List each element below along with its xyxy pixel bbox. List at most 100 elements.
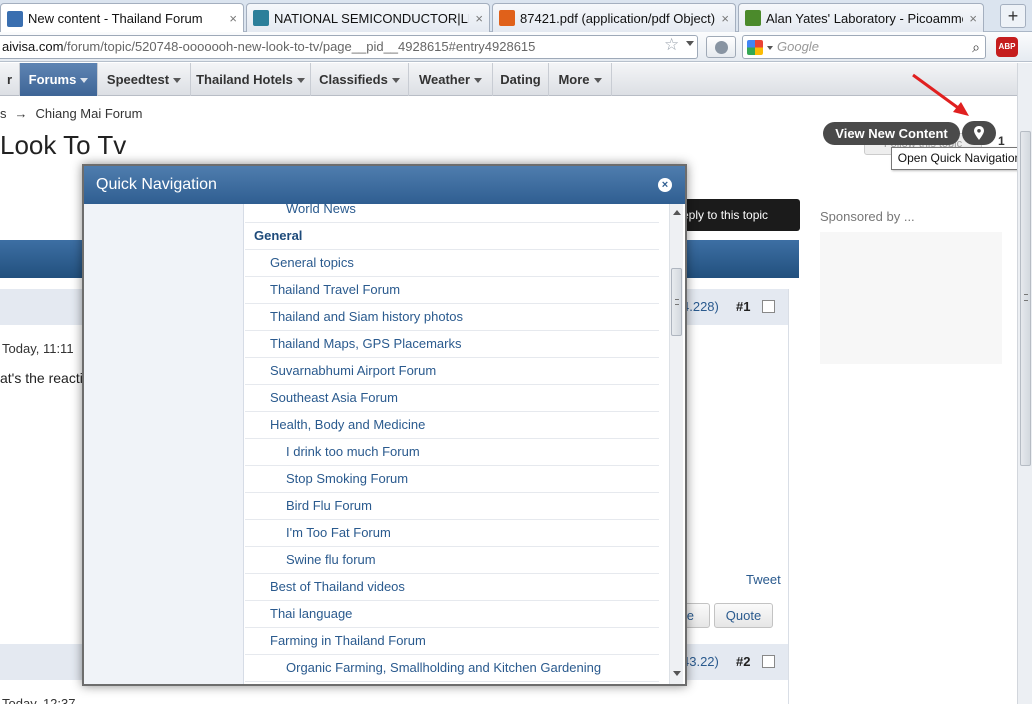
- tab-close-icon[interactable]: ×: [969, 11, 977, 26]
- menu-label: Dating: [500, 72, 541, 87]
- addon-button[interactable]: [706, 36, 736, 58]
- modal-scrollbar[interactable]: [669, 204, 683, 684]
- sponsored-label: Sponsored by ...: [820, 209, 915, 224]
- browser-tab-2[interactable]: NATIONAL SEMICONDUCTOR|LMP7... ×: [246, 3, 490, 32]
- close-icon[interactable]: ×: [658, 178, 672, 192]
- datasheet-favicon-icon: [253, 10, 269, 26]
- quote-button[interactable]: Quote: [714, 603, 773, 628]
- red-arrow-annotation: [912, 73, 969, 116]
- follow-count: 1: [998, 134, 1005, 148]
- tab-close-icon[interactable]: ×: [721, 11, 729, 26]
- url-history-dropdown-icon[interactable]: [686, 41, 694, 46]
- post-text: at's the reactic: [0, 370, 90, 386]
- forum-list-item[interactable]: Swine flu forum: [245, 547, 659, 574]
- google-icon[interactable]: [747, 40, 763, 55]
- tab-close-icon[interactable]: ×: [229, 11, 237, 26]
- breadcrumb-arrow: →: [14, 106, 28, 121]
- scroll-down-icon[interactable]: [673, 671, 681, 676]
- breadcrumb-prev-link[interactable]: s: [0, 106, 7, 121]
- post-number-link[interactable]: #1: [736, 299, 750, 314]
- tab-close-icon[interactable]: ×: [475, 11, 483, 26]
- tab-title: NATIONAL SEMICONDUCTOR|LMP7...: [274, 10, 469, 26]
- new-tab-button[interactable]: +: [1000, 4, 1026, 28]
- search-engine-dropdown-icon[interactable]: [767, 46, 773, 50]
- browser-nav-bar: aivisa.com/forum/topic/520748-ooooooh-ne…: [0, 32, 1032, 62]
- forum-list-item[interactable]: Suvarnabhumi Airport Forum: [245, 358, 659, 385]
- menu-item-classifieds[interactable]: Classifieds: [311, 63, 409, 96]
- chevron-down-icon: [474, 78, 483, 84]
- forum-category[interactable]: General: [245, 223, 659, 250]
- view-new-content-button[interactable]: View New Content: [823, 122, 960, 145]
- forum-list-item[interactable]: Bird Flu Forum: [245, 493, 659, 520]
- url-bar[interactable]: aivisa.com/forum/topic/520748-ooooooh-ne…: [0, 35, 698, 59]
- url-path: /forum/topic/520748-ooooooh-new-look-to-…: [63, 39, 536, 54]
- url-host: aivisa.com: [2, 39, 64, 54]
- menu-item-weather[interactable]: Weather: [409, 63, 493, 96]
- bookmark-star-icon[interactable]: ☆: [664, 35, 679, 55]
- forum-list-item[interactable]: Farming in Thailand Forum: [245, 628, 659, 655]
- forum-list-item[interactable]: Thailand Maps, GPS Placemarks: [245, 331, 659, 358]
- tweet-link[interactable]: Tweet: [746, 572, 781, 587]
- pencil-favicon-icon: [745, 10, 761, 26]
- pdf-favicon-icon: [499, 10, 515, 26]
- forum-list-item[interactable]: Thailand Travel Forum: [245, 277, 659, 304]
- search-box[interactable]: Google ⌕: [742, 35, 986, 59]
- forum-list-item[interactable]: I drink too much Forum: [245, 439, 659, 466]
- browser-tab-4[interactable]: Alan Yates' Laboratory - Picoammeter ×: [738, 3, 984, 32]
- forum-list-item[interactable]: Health, Body and Medicine: [245, 412, 659, 439]
- menu-label: Forums: [28, 72, 77, 87]
- chevron-down-icon: [80, 78, 89, 84]
- menu-label: r: [6, 72, 13, 87]
- map-pin-icon: [974, 126, 984, 140]
- post-number-link[interactable]: #2: [736, 654, 750, 669]
- chevron-down-icon: [296, 78, 305, 84]
- menu-label: Weather: [418, 72, 471, 87]
- menu-item-forums[interactable]: Forums: [20, 63, 98, 96]
- post-ip: 43.22): [682, 654, 719, 669]
- forum-list-item[interactable]: World News: [245, 204, 659, 223]
- modal-scroll-thumb[interactable]: [671, 268, 682, 336]
- browser-tab-1[interactable]: New content - Thailand Forum ×: [0, 3, 244, 33]
- breadcrumb-chiang-mai-link[interactable]: Chiang Mai Forum: [36, 106, 143, 121]
- menu-item-dating[interactable]: Dating: [493, 63, 549, 96]
- page-scrollbar[interactable]: [1017, 63, 1032, 704]
- scroll-up-icon[interactable]: [673, 210, 681, 215]
- forum-list-item[interactable]: Thai language: [245, 601, 659, 628]
- page-scroll-thumb[interactable]: [1020, 131, 1031, 466]
- modal-header: Quick Navigation ×: [84, 166, 685, 204]
- page-title: Look To Tv: [0, 130, 127, 160]
- forum-list-item[interactable]: Best of Thailand videos: [245, 574, 659, 601]
- menu-item-partial[interactable]: r: [0, 63, 20, 96]
- adblock-plus-icon[interactable]: ABP: [996, 37, 1018, 57]
- menu-label: Thailand Hotels: [196, 72, 293, 87]
- forum-list-item[interactable]: General topics: [245, 250, 659, 277]
- forum-list-item[interactable]: Southeast Asia Forum: [245, 385, 659, 412]
- menu-item-more[interactable]: More: [549, 63, 612, 96]
- post-select-checkbox[interactable]: [762, 655, 775, 668]
- menu-item-thailand-hotels[interactable]: Thailand Hotels: [191, 63, 311, 96]
- forum-list-item[interactable]: Stop Smoking Forum: [245, 466, 659, 493]
- modal-side-panel: [84, 204, 244, 684]
- browser-tab-3[interactable]: 87421.pdf (application/pdf Object) ×: [492, 3, 736, 32]
- addon-icon: [715, 41, 728, 54]
- search-input[interactable]: Google: [777, 39, 819, 54]
- chevron-down-icon: [173, 78, 182, 84]
- scroll-grip-icon: [675, 299, 679, 305]
- forum-list-item[interactable]: Organic Farming, Smallholding and Kitche…: [245, 655, 659, 682]
- forum-list: World News General General topics Thaila…: [245, 204, 659, 684]
- quick-navigation-modal: Quick Navigation × World News General Ge…: [82, 164, 687, 686]
- forum-list-item[interactable]: Thailand and Siam history photos: [245, 304, 659, 331]
- quick-navigation-tooltip: Open Quick Navigation: [891, 147, 1028, 170]
- modal-title: Quick Navigation: [96, 176, 217, 193]
- menu-item-speedtest[interactable]: Speedtest: [98, 63, 191, 96]
- post-select-checkbox[interactable]: [762, 300, 775, 313]
- search-icon[interactable]: ⌕: [972, 39, 980, 56]
- quick-navigation-button[interactable]: [962, 121, 996, 145]
- menu-label: Speedtest: [106, 72, 170, 87]
- thaivisa-favicon-icon: [7, 10, 23, 27]
- menu-label: Classifieds: [319, 72, 388, 87]
- post-border: [788, 289, 789, 704]
- reply-to-topic-button[interactable]: eply to this topic: [670, 199, 800, 231]
- forum-list-item[interactable]: I'm Too Fat Forum: [245, 520, 659, 547]
- post-time: Today, 12:37: [2, 696, 76, 704]
